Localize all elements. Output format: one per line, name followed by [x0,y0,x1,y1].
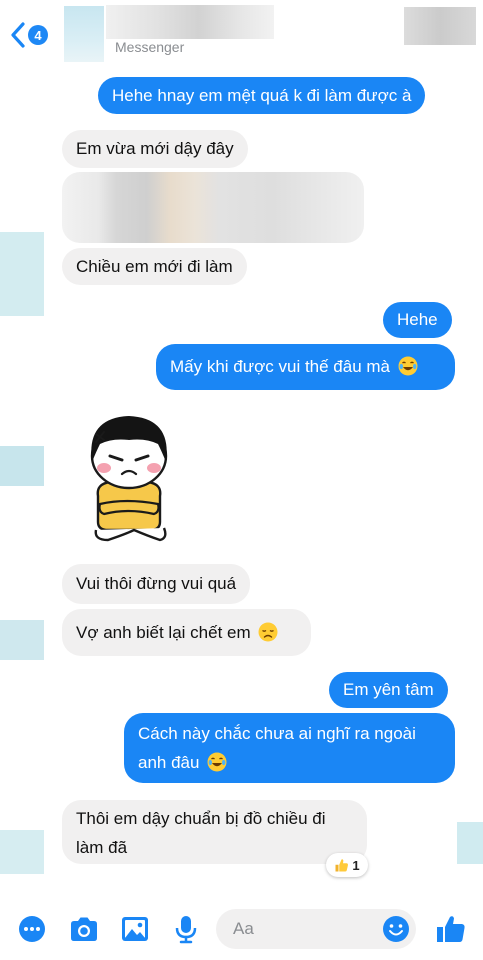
message-outgoing[interactable]: Em yên tâm [329,672,448,708]
disappointed-face-emoji-icon [258,622,278,642]
thumbs-up-emoji-icon [335,858,349,871]
message-input-placeholder: Aa [233,919,254,938]
message-outgoing[interactable]: Hehe [383,302,452,338]
emoji-picker-icon[interactable] [382,915,410,943]
laughing-tears-emoji-icon [207,752,227,772]
message-incoming[interactable]: Thôi em dậy chuẩn bị đồ chiều đi làm đã [62,800,367,864]
camera-icon[interactable] [68,914,100,944]
laughing-tears-emoji-icon [398,356,418,376]
microphone-icon[interactable] [170,914,202,944]
message-outgoing[interactable]: Cách này chắc chưa ai nghĩ ra ngoài anh … [124,713,455,783]
left-edge-decoration [0,446,44,486]
message-text-line: Cách này chắc chưa ai nghĩ ra ngoài [138,724,416,743]
thumbs-up-reaction[interactable]: 1 [326,853,368,877]
message-incoming-blurred[interactable] [62,172,364,243]
left-edge-decoration [0,232,44,316]
chat-header: 4 Messenger [0,0,483,64]
unread-count-badge[interactable]: 4 [28,25,48,45]
right-edge-decoration [457,822,483,864]
message-outgoing[interactable]: Mấy khi được vui thế đâu mà [156,344,455,390]
message-text: Mấy khi được vui thế đâu mà [170,357,391,376]
back-chevron-icon[interactable] [10,22,26,48]
message-incoming[interactable]: Em vừa mới dậy đây [62,130,248,168]
header-actions-blurred[interactable] [404,7,476,45]
message-incoming[interactable]: Vợ anh biết lại chết em [62,609,311,656]
reaction-count: 1 [352,857,360,873]
contact-name-blurred[interactable] [106,5,274,39]
thumbs-up-send-icon[interactable] [435,914,467,944]
header-subtitle: Messenger [115,39,185,55]
message-text: Vợ anh biết lại chết em [76,623,251,642]
left-edge-decoration [0,620,44,660]
angry-girl-sticker[interactable] [76,404,182,544]
message-text-line: anh đâu [138,748,441,777]
contact-avatar[interactable] [64,6,104,62]
message-outgoing[interactable]: Hehe hnay em mệt quá k đi làm được à [98,77,426,114]
message-incoming[interactable]: Vui thôi đừng vui quá [62,564,251,604]
message-text: anh đâu [138,753,200,772]
message-input[interactable]: Aa [216,909,416,949]
message-text-line: Thôi em dậy chuẩn bị đồ chiều đi [76,809,326,828]
message-incoming[interactable]: Chiều em mới đi làm [62,248,247,285]
left-edge-decoration [0,830,44,874]
photo-gallery-icon[interactable] [119,914,151,944]
message-text-line: làm đã [76,838,128,857]
more-options-icon[interactable] [16,914,48,944]
